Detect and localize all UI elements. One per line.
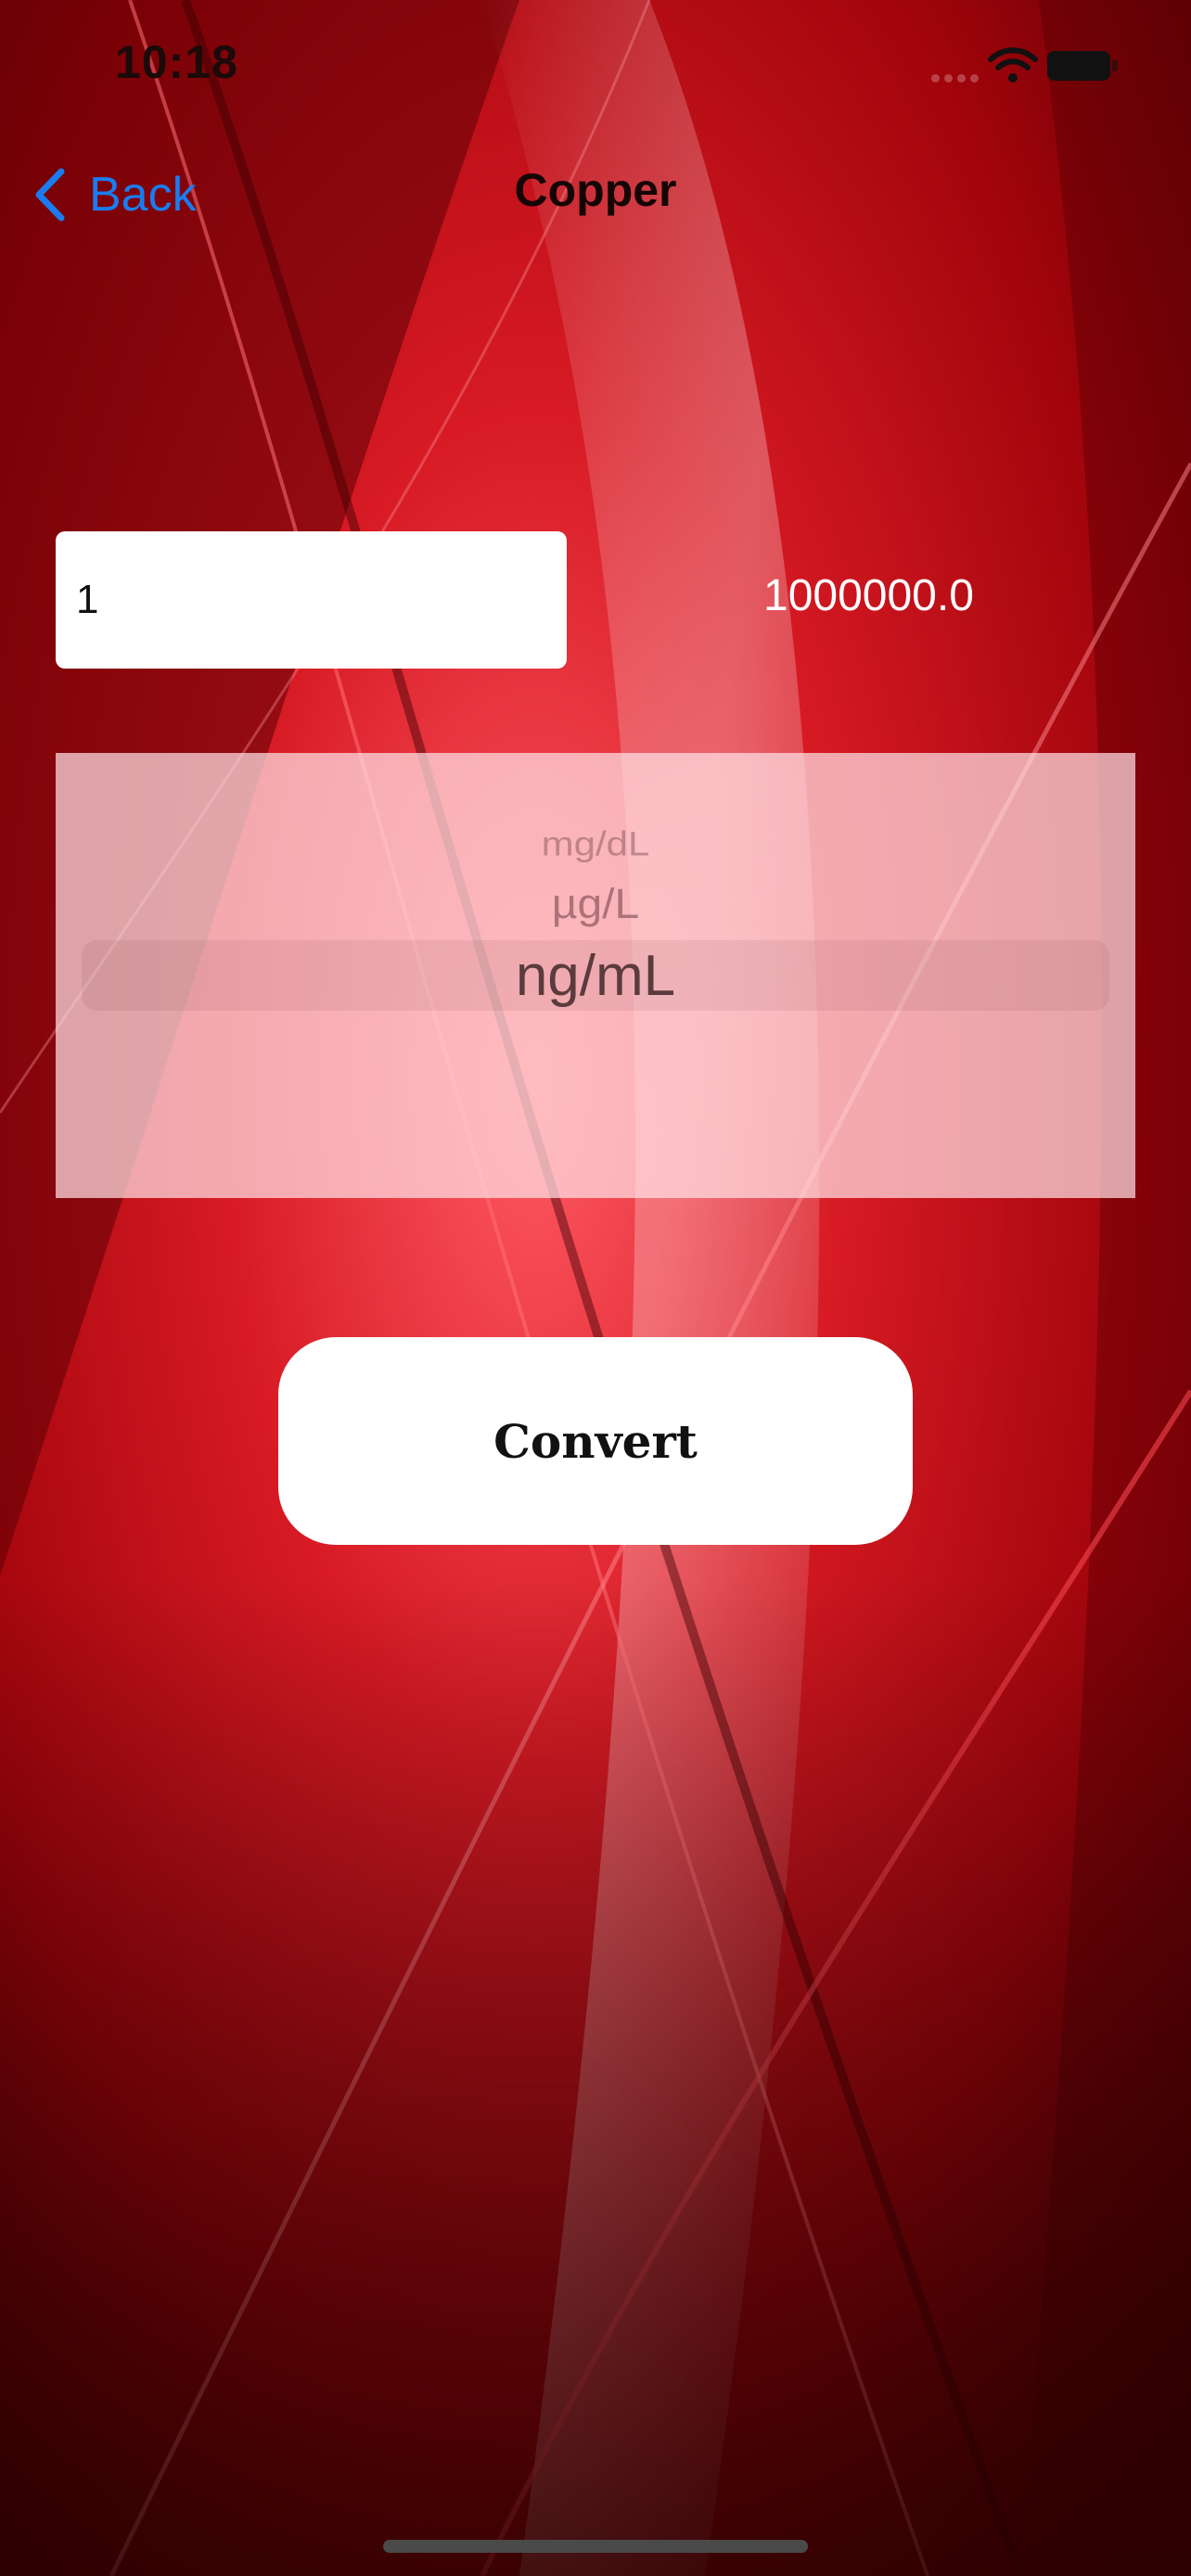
convert-button-label: Convert bbox=[493, 1413, 698, 1469]
unit-picker[interactable]: mg/dL µg/L ng/mL bbox=[56, 753, 1135, 1198]
status-icons bbox=[848, 45, 1126, 91]
convert-button[interactable]: Convert bbox=[278, 1337, 913, 1545]
background-image bbox=[0, 0, 1191, 2576]
picker-option[interactable]: µg/L bbox=[56, 881, 1135, 929]
battery-icon bbox=[1047, 51, 1118, 81]
status-time: 10:18 bbox=[115, 36, 238, 88]
value-input[interactable] bbox=[56, 531, 567, 669]
result-value: 1000000.0 bbox=[763, 571, 974, 620]
page-title: Copper bbox=[514, 164, 677, 216]
home-indicator[interactable] bbox=[383, 2540, 808, 2553]
navigation-bar: Back Copper bbox=[0, 139, 1191, 250]
picker-option-selected[interactable]: ng/mL bbox=[56, 943, 1135, 1009]
wifi-icon bbox=[988, 47, 1038, 83]
status-bar: 10:18 bbox=[0, 0, 1191, 130]
picker-option[interactable]: mg/dL bbox=[56, 824, 1135, 863]
